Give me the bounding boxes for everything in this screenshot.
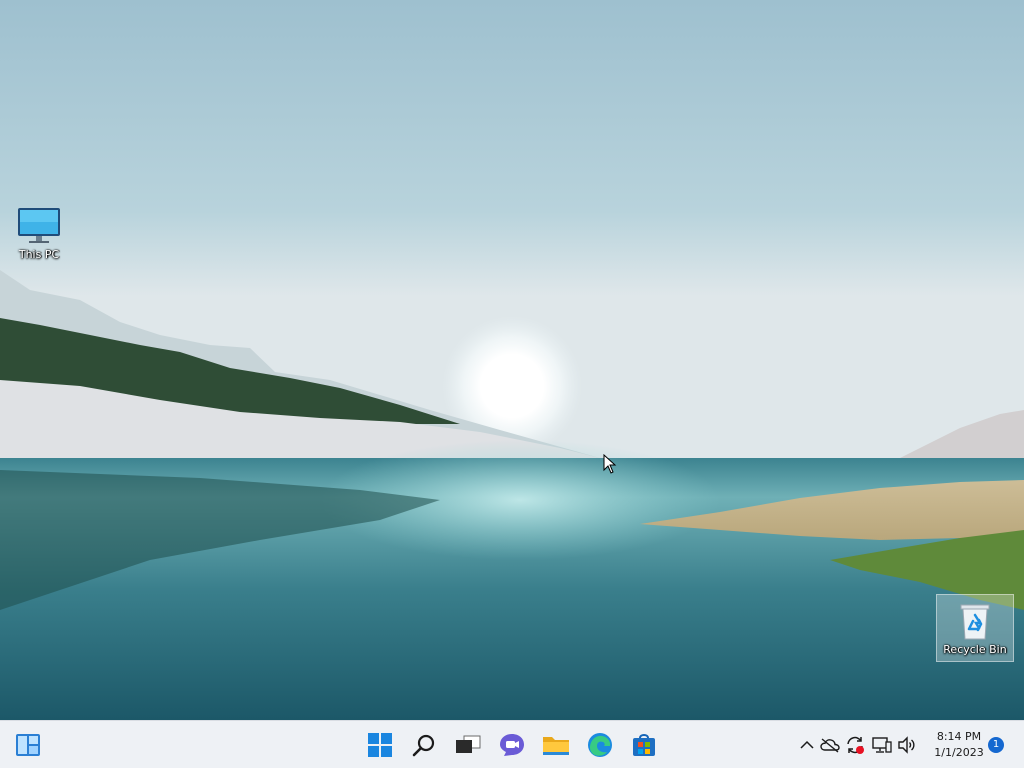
desktop-icon-this-pc[interactable]: This PC	[1, 206, 77, 261]
task-view-button[interactable]	[450, 727, 486, 763]
taskbar-clock[interactable]: 8:14 PM 1/1/2023	[926, 729, 992, 761]
edge-icon	[588, 733, 612, 757]
volume-icon	[898, 736, 915, 754]
sync-tray-button[interactable]	[845, 735, 865, 755]
chat-button[interactable]	[494, 727, 530, 763]
desktop-icon-label: Recycle Bin	[943, 643, 1007, 656]
widgets-icon	[16, 734, 40, 756]
desktop-icon-recycle-bin[interactable]: Recycle Bin	[936, 594, 1014, 662]
mouse-cursor-icon	[603, 454, 617, 474]
store-icon	[633, 734, 655, 756]
wallpaper	[0, 0, 1024, 720]
network-icon	[872, 737, 892, 753]
clock-time: 8:14 PM	[936, 730, 982, 743]
store-button[interactable]	[626, 727, 662, 763]
monitor-icon	[18, 208, 60, 243]
onedrive-icon	[820, 738, 840, 753]
recycle-bin-icon	[960, 604, 990, 640]
search-icon	[412, 734, 435, 757]
sync-icon	[847, 736, 864, 754]
network-tray-button[interactable]	[872, 735, 892, 755]
clock-date: 1/1/2023	[934, 746, 984, 759]
onedrive-tray-button[interactable]	[820, 735, 840, 755]
taskbar: 8:14 PM 1/1/2023 1	[0, 720, 1024, 768]
chevron-up-icon	[800, 740, 814, 749]
windows-logo-icon	[368, 733, 392, 757]
folder-icon	[543, 737, 569, 755]
file-explorer-button[interactable]	[538, 727, 574, 763]
show-hidden-icons-button[interactable]	[797, 735, 817, 755]
chat-icon	[500, 734, 524, 756]
notification-badge[interactable]: 1	[988, 737, 1004, 753]
widgets-button[interactable]	[10, 727, 46, 763]
volume-tray-button[interactable]	[897, 735, 917, 755]
desktop-icon-label: This PC	[18, 248, 60, 261]
task-view-icon	[456, 735, 481, 753]
search-button[interactable]	[406, 727, 442, 763]
edge-browser-button[interactable]	[582, 727, 618, 763]
desktop[interactable]: This PC Recycle Bin 8:14 PM 1/1/2023 1	[0, 0, 1024, 768]
start-button[interactable]	[362, 727, 398, 763]
